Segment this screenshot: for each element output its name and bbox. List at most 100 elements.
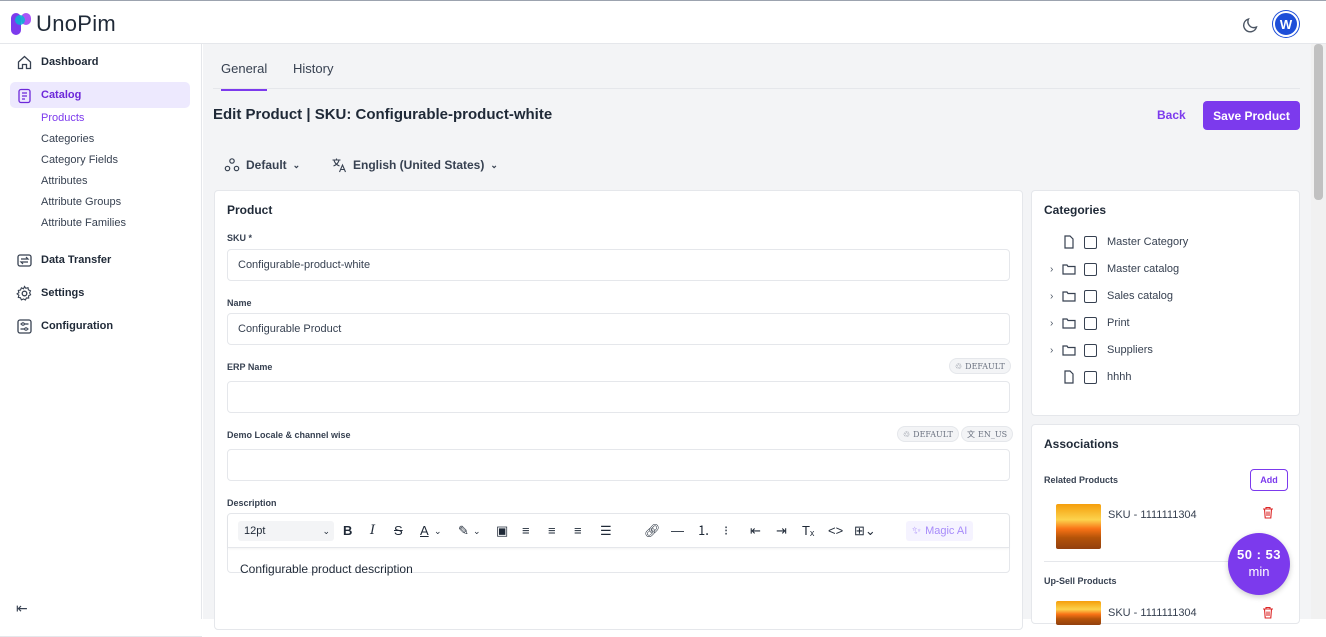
chevron-right-icon[interactable]: › xyxy=(1050,291,1062,302)
sidebar-item-label: Settings xyxy=(41,287,85,299)
logo[interactable]: UnoPim xyxy=(11,11,116,37)
category-checkbox[interactable] xyxy=(1084,370,1097,384)
add-related-button[interactable]: Add xyxy=(1250,469,1288,491)
chevron-right-icon[interactable]: › xyxy=(1050,345,1062,356)
indent-icon[interactable]: ⇥ xyxy=(776,523,787,539)
name-input[interactable]: Configurable Product xyxy=(227,313,1010,345)
chevron-down-icon[interactable]: ⌄ xyxy=(434,523,442,539)
locale-selector[interactable]: English (United States) ⌄ xyxy=(331,157,498,173)
image-icon[interactable]: ▣ xyxy=(496,523,508,539)
save-product-button[interactable]: Save Product xyxy=(1203,101,1300,130)
highlight-icon[interactable]: ✎ xyxy=(458,523,469,539)
sidebar-item-dashboard[interactable]: Dashboard xyxy=(10,49,190,75)
magic-ai-button[interactable]: ✨︎ Magic AI xyxy=(906,521,974,541)
upsell-products-label: Up-Sell Products xyxy=(1044,576,1117,586)
align-left-icon[interactable]: ≡ xyxy=(522,523,530,539)
align-center-icon[interactable]: ≡ xyxy=(548,523,556,539)
avatar[interactable]: W xyxy=(1273,11,1299,37)
font-size-select[interactable]: 12pt ⌄ xyxy=(238,521,334,541)
font-size-value: 12pt xyxy=(244,525,266,537)
category-item[interactable]: › Print xyxy=(1050,315,1130,331)
text-color-icon[interactable]: A xyxy=(420,523,429,539)
sidebar-item-data-transfer[interactable]: Data Transfer xyxy=(10,247,190,273)
horizontal-rule-icon[interactable]: — xyxy=(671,523,684,539)
category-checkbox[interactable] xyxy=(1084,316,1097,330)
sliders-icon xyxy=(17,318,32,334)
categories-card: Categories Master Category › Master cata… xyxy=(1031,190,1300,416)
numbered-list-icon[interactable]: ⒈ xyxy=(697,523,710,539)
description-label: Description xyxy=(227,498,277,508)
tab-general[interactable]: General xyxy=(221,61,268,91)
related-sku: SKU - 1111111304 xyxy=(1108,509,1197,521)
chevron-down-icon: ⌄ xyxy=(322,525,330,536)
category-checkbox[interactable] xyxy=(1084,289,1097,303)
gear-icon xyxy=(16,284,32,301)
sidebar-subitem-attribute-groups[interactable]: Attribute Groups xyxy=(41,196,121,208)
channel-chip-icon: ♲ xyxy=(903,429,911,439)
clear-format-icon[interactable]: Tₓ xyxy=(802,523,814,539)
collapse-sidebar-icon[interactable]: ⇤ xyxy=(16,600,28,617)
top-bar: UnoPim W xyxy=(0,0,1326,44)
channel-label: Default xyxy=(246,158,287,172)
strikethrough-icon[interactable]: S xyxy=(394,523,403,539)
product-card-title: Product xyxy=(227,203,273,217)
back-button[interactable]: Back xyxy=(1157,108,1186,122)
table-icon[interactable]: ⊞⌄ xyxy=(854,523,876,539)
main-content: General History Edit Product | SKU: Conf… xyxy=(203,44,1311,630)
sidebar-subitem-categories[interactable]: Categories xyxy=(41,133,94,145)
sidebar-item-label: Dashboard xyxy=(41,56,99,68)
magic-ai-label: Magic AI xyxy=(925,525,968,537)
align-right-icon[interactable]: ≡ xyxy=(574,523,582,539)
chevron-down-icon: ⌄ xyxy=(490,159,498,170)
sidebar-item-settings[interactable]: Settings xyxy=(10,280,190,306)
home-icon xyxy=(17,55,32,69)
description-editor[interactable]: 12pt ⌄ B I S A ⌄ ✎ ⌄ ▣ ≡ ≡ ≡ ☰ 🔗︎ — ⒈ ⁝ ⇤… xyxy=(227,513,1010,576)
category-item[interactable]: › Suppliers xyxy=(1050,342,1153,358)
category-item[interactable]: › Sales catalog xyxy=(1050,288,1173,304)
tab-bar: General History xyxy=(213,44,1300,91)
category-label: Sales catalog xyxy=(1107,290,1174,302)
chevron-right-icon[interactable]: › xyxy=(1050,264,1062,275)
channel-chip: ♲ DEFAULT xyxy=(897,426,959,442)
category-item[interactable]: hhhh xyxy=(1050,369,1131,385)
category-checkbox[interactable] xyxy=(1084,343,1097,357)
upsell-sku: SKU - 1111111304 xyxy=(1108,607,1197,619)
trash-icon[interactable] xyxy=(1262,606,1274,619)
page-scrollbar[interactable] xyxy=(1311,44,1326,619)
session-timer: 50 : 53 min xyxy=(1228,533,1290,595)
erp-name-input[interactable] xyxy=(227,381,1010,413)
chevron-down-icon[interactable]: ⌄ xyxy=(473,523,481,539)
category-checkbox[interactable] xyxy=(1084,235,1097,249)
sidebar-subitem-attribute-families[interactable]: Attribute Families xyxy=(41,217,126,229)
trash-icon[interactable] xyxy=(1262,506,1274,519)
category-checkbox[interactable] xyxy=(1084,262,1097,276)
demo-locale-input[interactable] xyxy=(227,449,1010,481)
sidebar-item-catalog[interactable]: Catalog xyxy=(10,82,190,108)
align-justify-icon[interactable]: ☰ xyxy=(600,523,612,539)
tab-history[interactable]: History xyxy=(293,61,333,76)
channel-selector[interactable]: Default ⌄ xyxy=(224,157,300,173)
sidebar-subitem-products[interactable]: Products xyxy=(41,112,84,124)
code-icon[interactable]: <> xyxy=(828,523,843,539)
catalog-icon xyxy=(18,88,31,103)
description-content[interactable]: Configurable product description xyxy=(240,562,413,576)
dark-mode-icon[interactable] xyxy=(1241,14,1261,34)
bold-icon[interactable]: B xyxy=(343,523,352,539)
sku-input[interactable]: Configurable-product-white xyxy=(227,249,1010,281)
scrollbar-thumb[interactable] xyxy=(1314,44,1323,200)
chevron-right-icon[interactable]: › xyxy=(1050,318,1062,329)
sidebar-item-configuration[interactable]: Configuration xyxy=(10,313,190,339)
category-item[interactable]: › Master catalog xyxy=(1050,261,1179,277)
link-icon[interactable]: 🔗︎ xyxy=(644,523,661,539)
locale-label: English (United States) xyxy=(353,158,485,172)
sidebar-subitem-category-fields[interactable]: Category Fields xyxy=(41,154,118,166)
italic-icon[interactable]: I xyxy=(370,523,375,539)
category-item[interactable]: Master Category xyxy=(1050,234,1188,250)
product-thumbnail xyxy=(1056,504,1101,549)
category-label: Suppliers xyxy=(1107,344,1153,356)
sidebar-subitem-attributes[interactable]: Attributes xyxy=(41,175,87,187)
page-title: Edit Product | SKU: Configurable-product… xyxy=(213,106,553,123)
outdent-icon[interactable]: ⇤ xyxy=(750,523,761,539)
bullet-list-icon[interactable]: ⁝ xyxy=(724,523,728,539)
file-icon xyxy=(1064,370,1074,384)
